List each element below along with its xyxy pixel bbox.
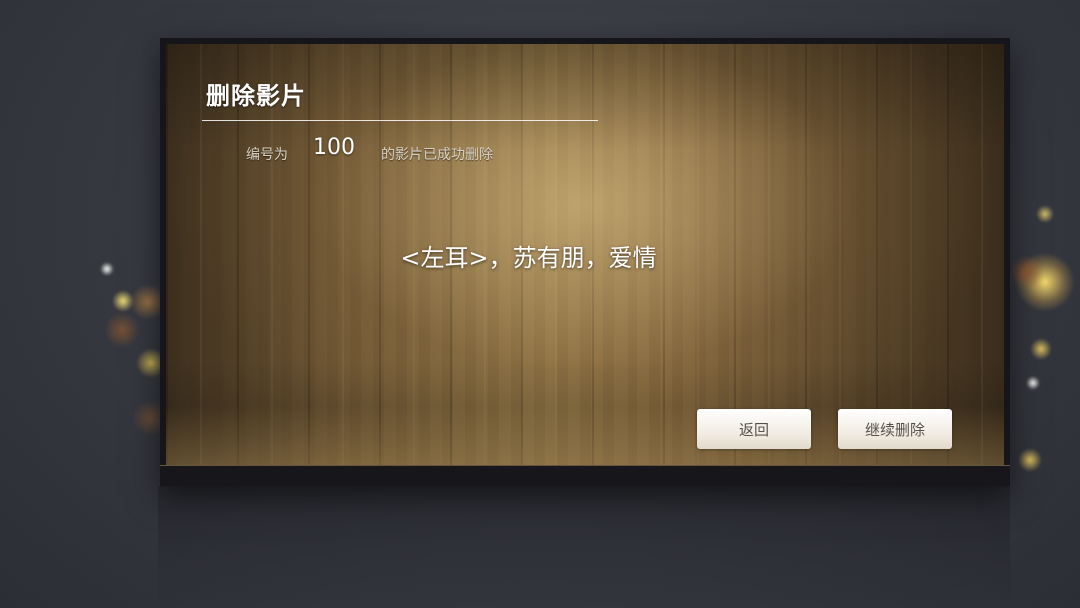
back-button[interactable]: 返回 xyxy=(697,409,811,449)
title-divider xyxy=(202,120,598,121)
movie-info: <左耳>，苏有朋，爱情 xyxy=(400,244,657,272)
bokeh-light xyxy=(104,312,140,348)
dialog-title: 删除影片 xyxy=(206,82,306,110)
movie-number: 100 xyxy=(313,135,355,160)
bokeh-light xyxy=(1036,205,1054,223)
bokeh-light xyxy=(1010,255,1044,289)
message-suffix: 的影片已成功删除 xyxy=(381,147,493,163)
bokeh-light xyxy=(112,290,134,312)
delete-movie-dialog: 删除影片 编号为 100 的影片已成功删除 <左耳>，苏有朋，爱情 返回 继续删… xyxy=(160,38,1010,486)
bokeh-light xyxy=(1026,376,1040,390)
wood-panel: 删除影片 编号为 100 的影片已成功删除 <左耳>，苏有朋，爱情 返回 继续删… xyxy=(166,44,1004,466)
continue-delete-button[interactable]: 继续删除 xyxy=(838,409,952,449)
bokeh-light xyxy=(1018,448,1042,472)
bokeh-light xyxy=(100,262,114,276)
floor-reflection xyxy=(158,486,1010,608)
bokeh-light xyxy=(1015,252,1075,312)
message-prefix: 编号为 xyxy=(246,147,288,163)
dialog-bottom-bar xyxy=(160,465,1010,486)
bokeh-light xyxy=(1030,338,1052,360)
